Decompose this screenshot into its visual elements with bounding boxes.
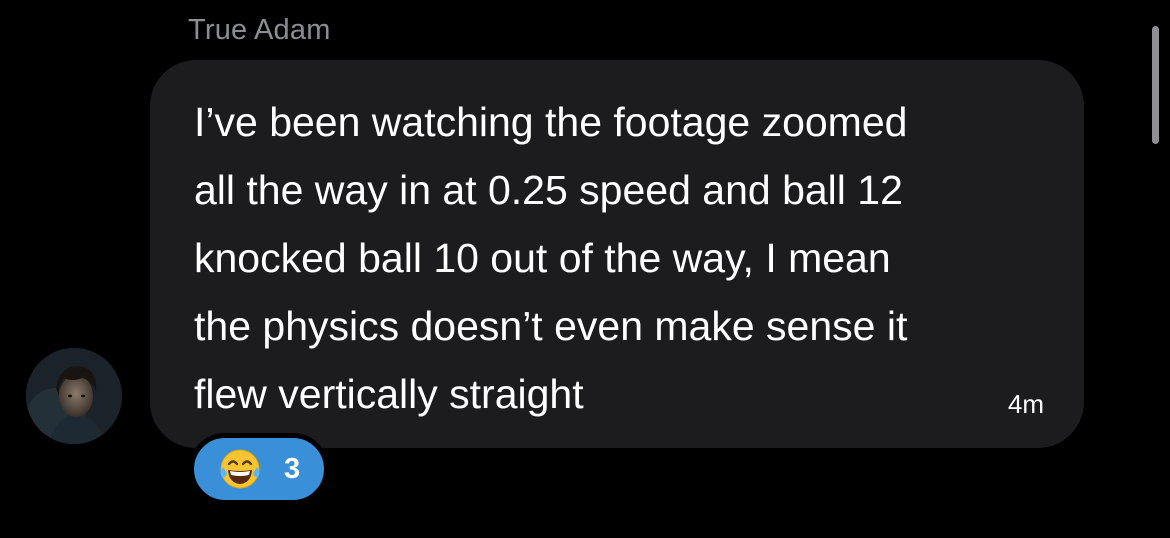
message-row: True Adam I’ve been watching the footage…: [0, 0, 1170, 538]
tears-of-joy-emoji-icon: [220, 449, 260, 489]
message-text: I’ve been watching the footage zoomed al…: [194, 99, 908, 417]
message-bubble[interactable]: I’ve been watching the footage zoomed al…: [150, 60, 1084, 448]
reaction-pill[interactable]: 3: [189, 433, 329, 505]
sender-name: True Adam: [188, 14, 331, 46]
sender-avatar[interactable]: [26, 348, 122, 444]
message-timestamp: 4m: [1007, 389, 1044, 419]
scrollbar[interactable]: [1152, 26, 1159, 144]
reaction-count: 3: [284, 452, 301, 485]
avatar-image: [26, 348, 122, 444]
